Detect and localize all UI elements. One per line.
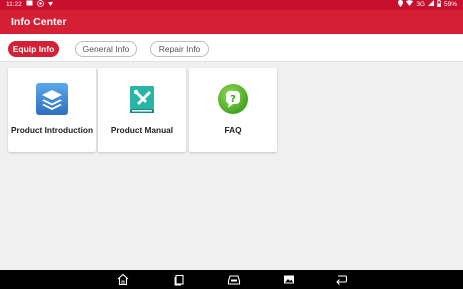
- vci-icon[interactable]: [227, 273, 241, 286]
- tab-equip-info[interactable]: Equip Info: [8, 41, 59, 57]
- status-time: 11:22: [6, 1, 22, 8]
- screenshot-icon[interactable]: [282, 273, 296, 286]
- card-label: Product Introduction: [10, 125, 94, 135]
- card-product-manual[interactable]: Product Manual: [98, 68, 186, 152]
- location-icon: [398, 0, 404, 11]
- app-icon: [36, 0, 44, 11]
- signal-dropdown-icon: [47, 0, 53, 10]
- question-icon: ?: [216, 82, 250, 116]
- layers-icon: [35, 82, 69, 116]
- card-faq[interactable]: ? FAQ: [189, 68, 277, 152]
- back-icon[interactable]: [334, 273, 348, 286]
- content-area: Product Introduction Product Manual ? FA…: [0, 62, 463, 270]
- page-title: Info Center: [11, 16, 67, 28]
- recents-icon[interactable]: [172, 273, 186, 286]
- battery-icon: [437, 0, 441, 11]
- svg-text:?: ?: [230, 94, 236, 105]
- home-icon[interactable]: [116, 273, 130, 286]
- wifi-icon: [406, 0, 414, 10]
- network-type: 3G: [416, 1, 425, 8]
- tools-book-icon: [125, 82, 159, 116]
- status-right: 3G 59%: [398, 0, 457, 10]
- status-left: 11:22: [6, 0, 53, 10]
- card-label: FAQ: [224, 125, 242, 135]
- status-bar: 11:22 3G 59%: [0, 0, 463, 10]
- tab-general-info[interactable]: General Info: [75, 41, 137, 57]
- tab-repair-info[interactable]: Repair Info: [150, 41, 209, 57]
- battery-level: 59%: [443, 1, 457, 8]
- card-product-introduction[interactable]: Product Introduction: [8, 68, 96, 152]
- card-label: Product Manual: [110, 125, 174, 135]
- cell-signal-icon: [427, 0, 434, 10]
- system-nav-bar: [0, 270, 463, 289]
- tab-bar: Equip Info General Info Repair Info: [0, 34, 463, 62]
- app-bar: Info Center: [0, 10, 463, 34]
- notification-icon: [26, 0, 33, 10]
